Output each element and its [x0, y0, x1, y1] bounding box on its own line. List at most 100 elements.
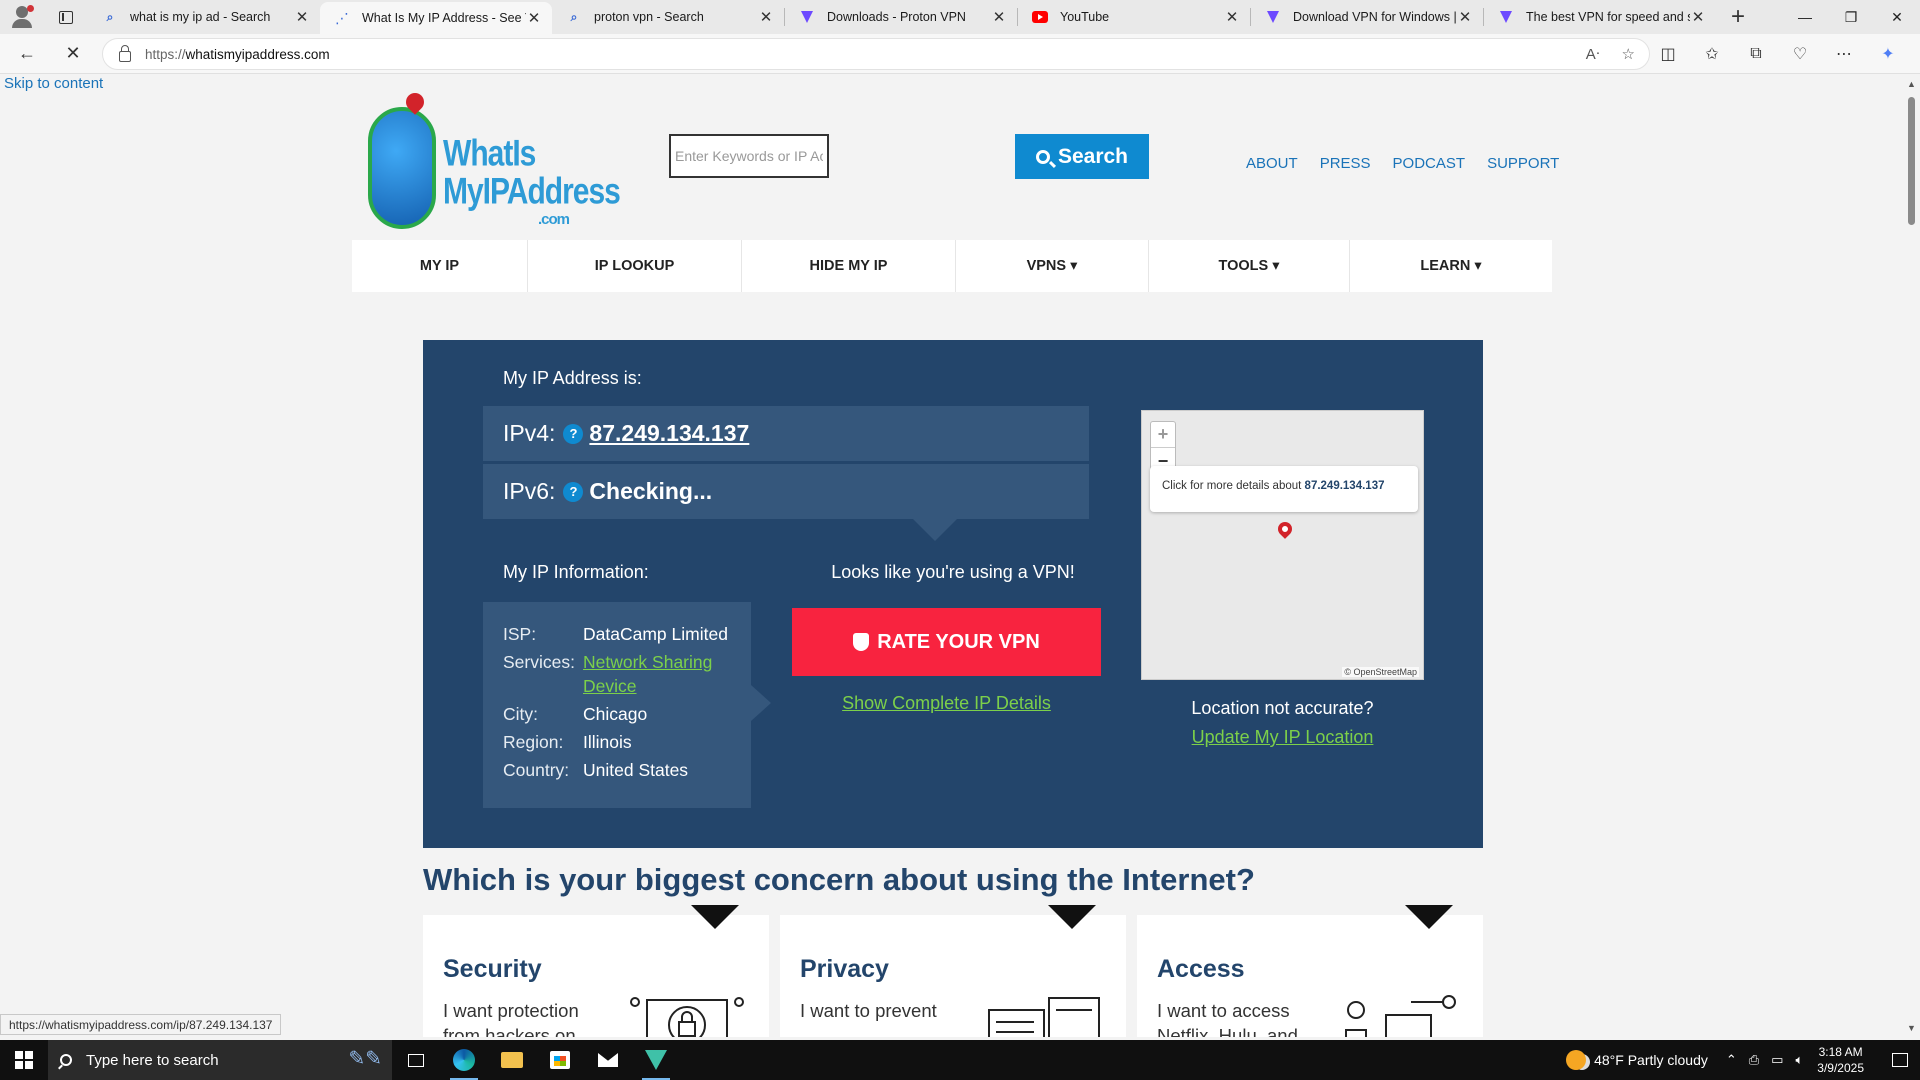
- map-popup[interactable]: Click for more details about 87.249.134.…: [1150, 466, 1418, 512]
- update-location-link[interactable]: Update My IP Location: [1141, 727, 1424, 748]
- collections-icon[interactable]: ⧉: [1734, 38, 1778, 70]
- task-view-icon[interactable]: [392, 1040, 440, 1080]
- pointer-notch: [913, 519, 957, 541]
- windows-start-icon[interactable]: [0, 1040, 48, 1080]
- press-link[interactable]: PRESS: [1320, 155, 1371, 172]
- split-screen-icon[interactable]: ◫: [1646, 38, 1690, 70]
- new-tab-button[interactable]: +: [1716, 3, 1760, 31]
- concern-card-security[interactable]: Security I want protection from hackers …: [423, 905, 769, 1037]
- close-tab-icon[interactable]: ✕: [991, 8, 1007, 26]
- close-tab-icon[interactable]: ✕: [1457, 8, 1473, 26]
- scroll-up-icon[interactable]: ▲: [1907, 79, 1916, 89]
- copilot-icon[interactable]: ✦: [1866, 38, 1910, 70]
- more-options-icon[interactable]: ⋯: [1822, 38, 1866, 70]
- map-attribution[interactable]: © OpenStreetMap: [1342, 667, 1419, 677]
- nav-ip-lookup[interactable]: IP LOOKUP: [528, 240, 742, 292]
- security-lock-illustration-icon: [630, 997, 744, 1037]
- map-marker-icon[interactable]: [1275, 519, 1295, 539]
- clock-time: 3:18 AM: [1818, 1045, 1863, 1059]
- tab-title: The best VPN for speed and sec: [1526, 10, 1690, 24]
- help-icon[interactable]: ?: [563, 481, 584, 502]
- ipv4-value[interactable]: 87.249.134.137: [589, 420, 749, 447]
- show-hidden-icons-icon[interactable]: ⌃: [1726, 1052, 1737, 1068]
- stop-loading-icon[interactable]: ✕: [54, 38, 92, 70]
- location-map[interactable]: + − Click for more details about 87.249.…: [1141, 410, 1424, 680]
- proton-favicon-icon: [1498, 9, 1514, 25]
- city-label: City:: [503, 704, 538, 724]
- lock-icon[interactable]: [119, 44, 131, 62]
- search-button[interactable]: Search: [1015, 134, 1149, 179]
- proton-vpn-icon[interactable]: [632, 1040, 680, 1080]
- browser-essentials-icon[interactable]: ♡: [1778, 38, 1822, 70]
- concern-card-privacy[interactable]: Privacy I want to prevent: [780, 905, 1126, 1037]
- site-search-input[interactable]: [669, 134, 829, 178]
- skip-to-content-link[interactable]: Skip to content: [4, 75, 103, 92]
- page-scrollbar[interactable]: ▲ ▼: [1902, 75, 1920, 1037]
- site-logo[interactable]: WhatIs MyIPAddress .com: [366, 89, 621, 233]
- tab-actions-icon[interactable]: [44, 0, 88, 34]
- country-value: United States: [583, 760, 689, 780]
- browser-tab[interactable]: Downloads - Proton VPN ✕: [785, 0, 1017, 34]
- concern-card-access[interactable]: Access I want to access Netflix, Hulu, a…: [1137, 905, 1483, 1037]
- zoom-in-icon[interactable]: +: [1151, 422, 1175, 448]
- minimize-icon[interactable]: —: [1782, 0, 1828, 34]
- info-pointer: [751, 685, 771, 721]
- scroll-down-icon[interactable]: ▼: [1907, 1023, 1916, 1033]
- podcast-link[interactable]: PODCAST: [1393, 155, 1466, 172]
- rate-your-vpn-button[interactable]: RATE YOUR VPN: [792, 608, 1101, 676]
- services-link[interactable]: Network Sharing Device: [583, 650, 751, 698]
- services-label: Services:: [503, 652, 575, 672]
- camera-icon[interactable]: ⎙: [1749, 1052, 1759, 1068]
- search-button-label: Search: [1057, 144, 1129, 168]
- profile-icon[interactable]: [0, 0, 44, 34]
- read-aloud-icon[interactable]: Aᐧ: [1586, 45, 1600, 63]
- browser-tab[interactable]: ⌕ what is my ip ad - Search ✕: [88, 0, 320, 34]
- card-description: I want protection from hackers on: [443, 1000, 579, 1037]
- loading-favicon-icon: ⋰: [335, 9, 349, 26]
- region-row: Region: Illinois: [503, 730, 751, 754]
- close-tab-icon[interactable]: ✕: [526, 9, 542, 27]
- weather-widget[interactable]: 48°F Partly cloudy: [1566, 1050, 1708, 1070]
- nav-learn[interactable]: LEARN ▾: [1350, 240, 1552, 292]
- top-links: ABOUT PRESS PODCAST SUPPORT: [1246, 155, 1559, 172]
- access-illustration-icon: [1345, 995, 1456, 1037]
- nav-vpns[interactable]: VPNS ▾: [956, 240, 1149, 292]
- nav-hide-my-ip[interactable]: HIDE MY IP: [742, 240, 956, 292]
- support-link[interactable]: SUPPORT: [1487, 155, 1559, 172]
- clock[interactable]: 3:18 AM 3/9/2025: [1817, 1044, 1864, 1076]
- favorite-star-icon[interactable]: ☆: [1622, 45, 1635, 63]
- city-value: Chicago: [583, 704, 648, 724]
- close-tab-icon[interactable]: ✕: [758, 8, 774, 26]
- windows-taskbar: Type here to search ✎✎ 48°F Partly cloud…: [0, 1040, 1920, 1080]
- close-window-icon[interactable]: ✕: [1874, 0, 1920, 34]
- nav-my-ip[interactable]: MY IP: [352, 240, 528, 292]
- edge-browser-icon[interactable]: [440, 1040, 488, 1080]
- show-complete-ip-details-link[interactable]: Show Complete IP Details: [792, 693, 1101, 714]
- browser-tab[interactable]: Download VPN for Windows | P ✕: [1251, 0, 1483, 34]
- browser-tab[interactable]: YouTube ✕: [1018, 0, 1250, 34]
- browser-tab[interactable]: The best VPN for speed and sec ✕: [1484, 0, 1716, 34]
- volume-icon[interactable]: 🔈︎: [1795, 1052, 1803, 1068]
- weather-text: 48°F Partly cloudy: [1594, 1052, 1708, 1068]
- notification-center-icon[interactable]: [1880, 1040, 1920, 1080]
- network-icon[interactable]: ▭: [1771, 1052, 1783, 1068]
- browser-tab-active[interactable]: ⋰ What Is My IP Address - See You ✕: [320, 2, 552, 34]
- close-tab-icon[interactable]: ✕: [1690, 8, 1706, 26]
- nav-tools[interactable]: TOOLS ▾: [1149, 240, 1350, 292]
- ipv6-value: Checking...: [589, 478, 713, 504]
- taskbar-search-box[interactable]: Type here to search ✎✎: [48, 1040, 392, 1080]
- restore-icon[interactable]: ❐: [1828, 0, 1874, 34]
- favorites-icon[interactable]: ✩: [1690, 38, 1734, 70]
- browser-tab[interactable]: ⌕ proton vpn - Search ✕: [552, 0, 784, 34]
- file-explorer-icon[interactable]: [488, 1040, 536, 1080]
- close-tab-icon[interactable]: ✕: [1224, 8, 1240, 26]
- scrollbar-thumb[interactable]: [1908, 97, 1915, 225]
- mail-icon[interactable]: [584, 1040, 632, 1080]
- url-field[interactable]: https://whatismyipaddress.com Aᐧ ☆: [102, 38, 1650, 70]
- about-link[interactable]: ABOUT: [1246, 155, 1298, 172]
- close-tab-icon[interactable]: ✕: [294, 8, 310, 26]
- back-arrow-icon[interactable]: ←: [8, 38, 46, 70]
- help-icon[interactable]: ?: [563, 423, 584, 444]
- microsoft-store-icon[interactable]: [536, 1040, 584, 1080]
- ip-info-panel: ISP: DataCamp Limited Services: Network Sh…: [483, 602, 751, 808]
